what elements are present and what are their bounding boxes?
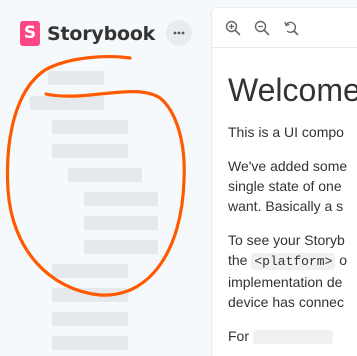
skeleton-row bbox=[84, 240, 158, 254]
sidebar: S Storybook bbox=[0, 0, 212, 356]
zoom-reset-icon bbox=[284, 21, 299, 35]
skeleton-row bbox=[48, 71, 104, 85]
skeleton-row bbox=[52, 336, 128, 350]
sidebar-menu-button[interactable] bbox=[166, 20, 192, 46]
inline-code bbox=[252, 330, 333, 345]
skeleton-row bbox=[52, 288, 128, 302]
skeleton-row bbox=[52, 120, 128, 134]
next-paragraph: For bbox=[228, 326, 357, 346]
skeleton-row bbox=[52, 312, 128, 326]
docs-content: Welcome This is a UI compo We've added s… bbox=[212, 70, 357, 346]
zoom-out-icon bbox=[254, 20, 270, 35]
skeleton-row bbox=[52, 144, 128, 158]
skeleton-row bbox=[52, 264, 128, 278]
intro-paragraph: This is a UI compo bbox=[228, 124, 344, 140]
brand-name: Storybook bbox=[47, 22, 156, 45]
preview-toolbar bbox=[212, 8, 357, 48]
storybook-logo-icon: S bbox=[20, 21, 40, 46]
skeleton-row bbox=[30, 96, 104, 110]
platform-paragraph: To see your Storyb the <platform> o impl… bbox=[228, 232, 348, 310]
skeleton-row bbox=[84, 192, 158, 206]
zoom-reset-button[interactable] bbox=[282, 19, 300, 37]
inline-code: <platform> bbox=[251, 253, 336, 270]
storybook-app: S Storybook Welcome This is a UI compo W… bbox=[0, 0, 357, 356]
page-title: Welcome bbox=[228, 72, 357, 108]
brand[interactable]: S Storybook bbox=[20, 21, 155, 46]
skeleton-row bbox=[68, 168, 142, 182]
skeleton-row bbox=[84, 216, 158, 230]
zoom-out-button[interactable] bbox=[253, 19, 271, 37]
stories-paragraph: We've added some single state of one wan… bbox=[228, 158, 348, 214]
zoom-in-button[interactable] bbox=[224, 19, 242, 37]
more-horizontal-icon bbox=[173, 31, 185, 35]
zoom-in-icon bbox=[225, 20, 241, 35]
preview-panel: Welcome This is a UI compo We've added s… bbox=[212, 8, 357, 356]
